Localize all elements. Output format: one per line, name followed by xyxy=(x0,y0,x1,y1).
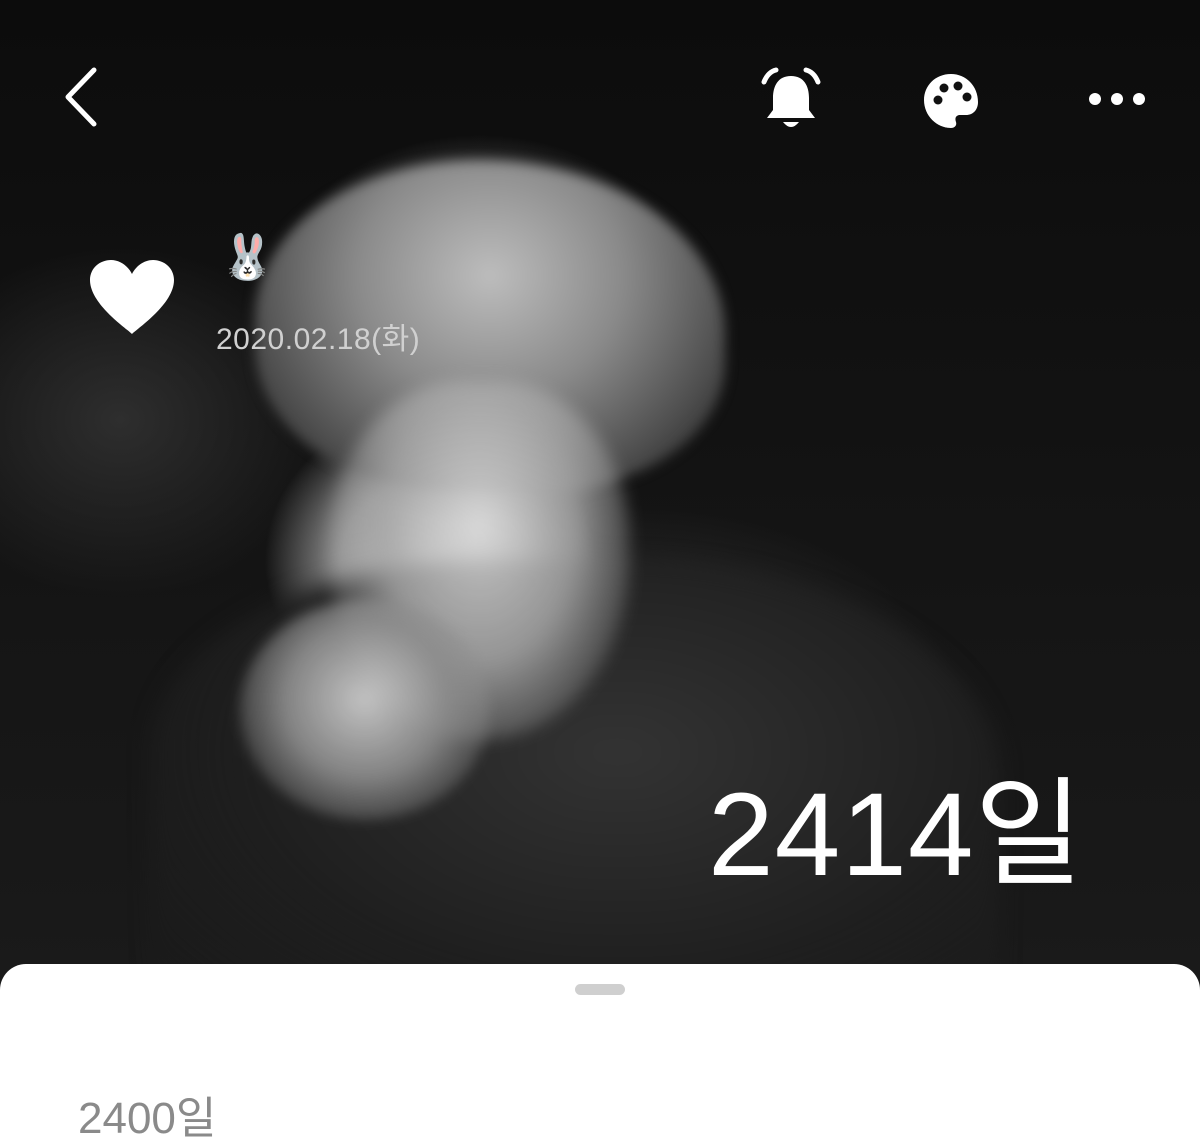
rabbit-emoji: 🐰 xyxy=(220,232,275,283)
event-date: 2020.02.18(화) xyxy=(216,323,421,356)
chevron-left-icon xyxy=(65,67,97,127)
more-button[interactable] xyxy=(1082,84,1152,114)
more-horizontal-icon xyxy=(1089,93,1145,105)
sheet-drag-handle[interactable] xyxy=(575,984,625,995)
back-button[interactable] xyxy=(58,62,108,132)
theme-button[interactable] xyxy=(920,70,982,132)
alarm-button[interactable] xyxy=(758,66,824,132)
palette-icon xyxy=(924,74,978,128)
bell-icon xyxy=(761,67,821,127)
dday-count: 2414일 xyxy=(708,769,1085,901)
bottom-sheet[interactable]: 2400일 xyxy=(0,964,1200,1143)
heart-icon xyxy=(86,256,178,338)
milestone-item[interactable]: 2400일 xyxy=(78,1082,216,1143)
photo-hand-shape xyxy=(240,600,490,820)
